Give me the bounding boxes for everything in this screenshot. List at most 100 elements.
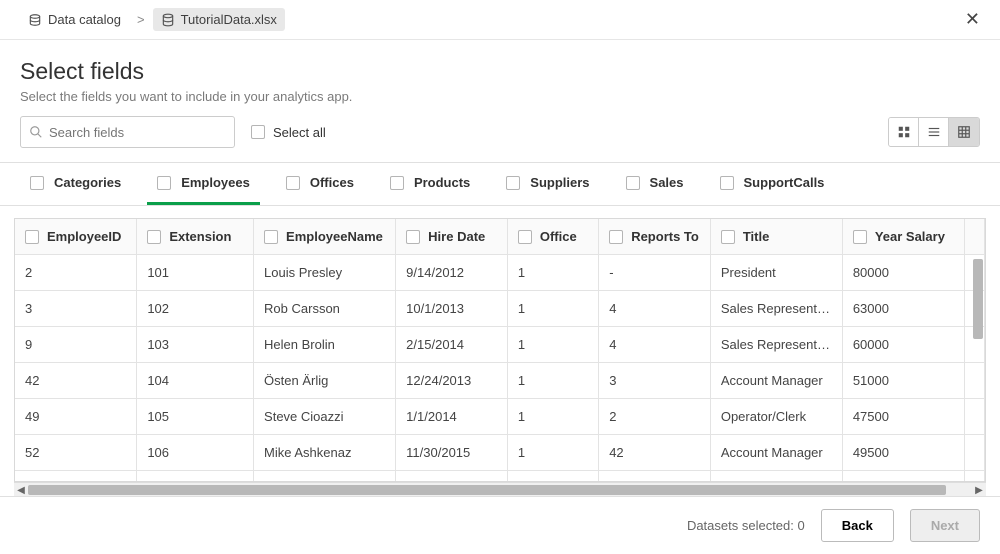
tab-suppliers[interactable]: Suppliers bbox=[496, 163, 599, 205]
tab-checkbox[interactable] bbox=[390, 176, 404, 190]
table-cell: Operator/Clerk bbox=[710, 399, 842, 435]
col-checkbox[interactable] bbox=[853, 230, 867, 244]
table-cell: Sales Representative bbox=[710, 471, 842, 483]
table-cell: Sales Representative bbox=[710, 327, 842, 363]
view-table-button[interactable] bbox=[949, 118, 979, 146]
view-list-button[interactable] bbox=[919, 118, 949, 146]
table-row[interactable]: 7201Tom Lindwall11/22/201424Sales Repres… bbox=[15, 471, 985, 483]
close-icon[interactable]: ✕ bbox=[965, 9, 980, 30]
table-cell: 11/22/2014 bbox=[396, 471, 508, 483]
col-checkbox[interactable] bbox=[518, 230, 532, 244]
table-cell: 80000 bbox=[842, 255, 964, 291]
breadcrumb-separator: > bbox=[137, 12, 145, 27]
table-cell: Steve Cioazzi bbox=[254, 399, 396, 435]
page-subtitle: Select the fields you want to include in… bbox=[20, 89, 980, 104]
table-row[interactable]: 2101Louis Presley9/14/20121-President800… bbox=[15, 255, 985, 291]
tab-categories[interactable]: Categories bbox=[20, 163, 131, 205]
table-cell: Rob Carsson bbox=[254, 291, 396, 327]
table-row[interactable]: 42104Östen Ärlig12/24/201313Account Mana… bbox=[15, 363, 985, 399]
table-cell: 1 bbox=[507, 291, 598, 327]
col-header-extension[interactable]: Extension bbox=[137, 219, 254, 255]
table-cell: - bbox=[599, 255, 711, 291]
breadcrumb-file[interactable]: TutorialData.xlsx bbox=[153, 8, 285, 31]
table-cell: 11/30/2015 bbox=[396, 435, 508, 471]
table-cell bbox=[964, 471, 984, 483]
horizontal-scrollbar[interactable]: ◀ ▶ bbox=[14, 482, 986, 496]
table-cell: 2 bbox=[15, 255, 137, 291]
table-cell: 42 bbox=[599, 435, 711, 471]
select-all-checkbox[interactable] bbox=[251, 125, 265, 139]
table-cell: 60000 bbox=[842, 327, 964, 363]
col-header-hiredate[interactable]: Hire Date bbox=[396, 219, 508, 255]
tab-checkbox[interactable] bbox=[626, 176, 640, 190]
table-cell: 106 bbox=[137, 435, 254, 471]
table-cell: 9/14/2012 bbox=[396, 255, 508, 291]
tab-checkbox[interactable] bbox=[157, 176, 171, 190]
col-header-employeename[interactable]: EmployeeName bbox=[254, 219, 396, 255]
table-row[interactable]: 49105Steve Cioazzi1/1/201412Operator/Cle… bbox=[15, 399, 985, 435]
table-cell: Account Manager bbox=[710, 363, 842, 399]
table-cell bbox=[964, 363, 984, 399]
footer: Datasets selected: 0 Back Next bbox=[0, 496, 1000, 554]
table-row[interactable]: 52106Mike Ashkenaz11/30/2015142Account M… bbox=[15, 435, 985, 471]
tab-label: Suppliers bbox=[530, 175, 589, 190]
col-checkbox[interactable] bbox=[147, 230, 161, 244]
tab-label: Sales bbox=[650, 175, 684, 190]
search-input[interactable] bbox=[49, 125, 226, 140]
datasets-selected-status: Datasets selected: 0 bbox=[687, 518, 805, 533]
breadcrumb-file-label: TutorialData.xlsx bbox=[181, 12, 277, 27]
tab-offices[interactable]: Offices bbox=[276, 163, 364, 205]
database-icon bbox=[161, 13, 175, 27]
tab-checkbox[interactable] bbox=[286, 176, 300, 190]
col-header-title[interactable]: Title bbox=[710, 219, 842, 255]
table-cell: 1 bbox=[507, 255, 598, 291]
table-row[interactable]: 9103Helen Brolin2/15/201414Sales Represe… bbox=[15, 327, 985, 363]
table-area: EmployeeID Extension EmployeeName Hire D… bbox=[0, 206, 1000, 496]
table-cell: 2 bbox=[507, 471, 598, 483]
table-cell: 49 bbox=[15, 399, 137, 435]
tab-products[interactable]: Products bbox=[380, 163, 480, 205]
table-cell: Tom Lindwall bbox=[254, 471, 396, 483]
col-header-yearsalary[interactable]: Year Salary bbox=[842, 219, 964, 255]
scroll-thumb[interactable] bbox=[28, 485, 946, 495]
select-all[interactable]: Select all bbox=[251, 125, 326, 140]
col-checkbox[interactable] bbox=[264, 230, 278, 244]
search-input-wrap[interactable] bbox=[20, 116, 235, 148]
col-checkbox[interactable] bbox=[721, 230, 735, 244]
tab-checkbox[interactable] bbox=[720, 176, 734, 190]
col-checkbox[interactable] bbox=[609, 230, 623, 244]
back-button[interactable]: Back bbox=[821, 509, 894, 542]
breadcrumb: Data catalog > TutorialData.xlsx ✕ bbox=[0, 0, 1000, 40]
tab-checkbox[interactable] bbox=[30, 176, 44, 190]
table-cell: 12/24/2013 bbox=[396, 363, 508, 399]
table-cell: 1 bbox=[507, 399, 598, 435]
table-cell: 7 bbox=[15, 471, 137, 483]
table-cell: 51000 bbox=[842, 363, 964, 399]
table-cell: 63000 bbox=[842, 291, 964, 327]
next-button[interactable]: Next bbox=[910, 509, 980, 542]
col-checkbox[interactable] bbox=[406, 230, 420, 244]
table-row[interactable]: 3102Rob Carsson10/1/201314Sales Represen… bbox=[15, 291, 985, 327]
table-cell: Louis Presley bbox=[254, 255, 396, 291]
table-cell: Account Manager bbox=[710, 435, 842, 471]
tab-sales[interactable]: Sales bbox=[616, 163, 694, 205]
breadcrumb-root[interactable]: Data catalog bbox=[20, 8, 129, 31]
vertical-scrollbar[interactable] bbox=[973, 259, 983, 339]
col-checkbox[interactable] bbox=[25, 230, 39, 244]
tab-employees[interactable]: Employees bbox=[147, 163, 260, 205]
table-cell: 105 bbox=[137, 399, 254, 435]
col-header-employeeid[interactable]: EmployeeID bbox=[15, 219, 137, 255]
table-header-row: EmployeeID Extension EmployeeName Hire D… bbox=[15, 219, 985, 255]
scroll-right-icon[interactable]: ▶ bbox=[972, 483, 986, 496]
tab-checkbox[interactable] bbox=[506, 176, 520, 190]
table-cell: 2/15/2014 bbox=[396, 327, 508, 363]
tab-label: Offices bbox=[310, 175, 354, 190]
view-grid-button[interactable] bbox=[889, 118, 919, 146]
tab-supportcalls[interactable]: SupportCalls bbox=[710, 163, 835, 205]
col-header-office[interactable]: Office bbox=[507, 219, 598, 255]
table-cell: 10/1/2013 bbox=[396, 291, 508, 327]
table-cell: 1 bbox=[507, 327, 598, 363]
scroll-left-icon[interactable]: ◀ bbox=[14, 483, 28, 496]
col-header-reportsto[interactable]: Reports To bbox=[599, 219, 711, 255]
table-cell: President bbox=[710, 255, 842, 291]
